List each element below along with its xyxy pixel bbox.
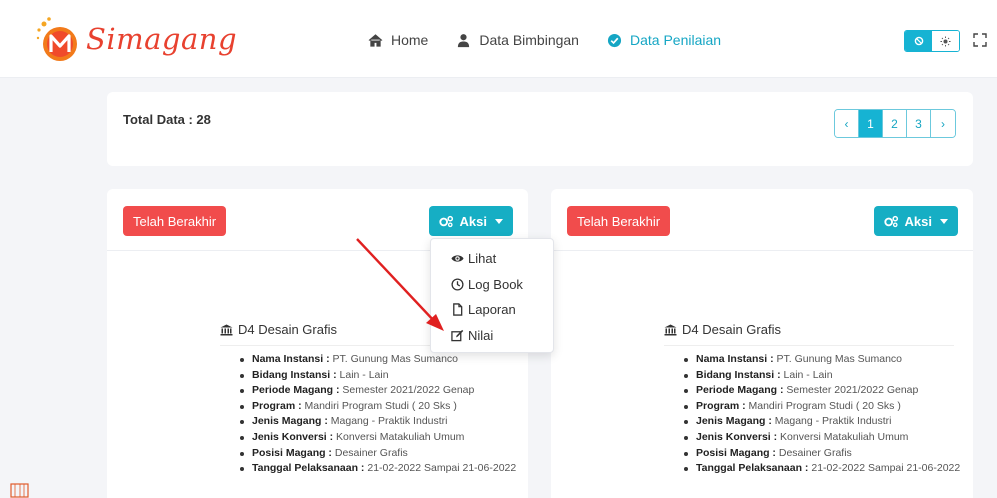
home-icon: [368, 33, 383, 47]
caret-down-icon: [495, 218, 503, 224]
aksi-dropdown-button[interactable]: Aksi: [428, 206, 513, 236]
detail-item: Posisi Magang : Desainer Grafis: [238, 446, 520, 462]
detail-item: Bidang Instansi : Lain - Lain: [682, 368, 964, 384]
aksi-dropdown-menu: Lihat Log Book Laporan Nilai: [430, 238, 554, 353]
file-icon: [453, 303, 463, 316]
prodi-label: D4 Desain Grafis: [682, 322, 781, 337]
main-nav: Home Data Bimbingan Data Penilaian: [368, 32, 721, 48]
menu-item-nilai[interactable]: Nilai: [431, 323, 553, 349]
aksi-dropdown-button[interactable]: Aksi: [873, 206, 958, 236]
caret-down-icon: [940, 218, 948, 224]
logo-icon: [36, 17, 77, 61]
summary-card: Total Data : 28 ‹ 1 2 3 ›: [107, 92, 973, 166]
page-3[interactable]: 3: [907, 110, 931, 137]
detail-item: Program : Mandiri Program Studi ( 20 Sks…: [238, 399, 520, 415]
detail-item: Tanggal Pelaksanaan : 21-02-2022 Sampai …: [238, 461, 520, 477]
menu-item-laporan[interactable]: Laporan: [431, 297, 553, 323]
total-data: Total Data : 28: [123, 112, 211, 127]
detail-item: Jenis Magang : Magang - Praktik Industri: [238, 414, 520, 430]
nav-item-data-penilaian[interactable]: Data Penilaian: [607, 32, 721, 48]
nav-item-data-bimbingan[interactable]: Data Bimbingan: [456, 32, 579, 48]
detail-list: Nama Instansi : PT. Gunung Mas Sumanco B…: [238, 352, 520, 477]
nav-item-home[interactable]: Home: [368, 32, 428, 48]
detail-item: Tanggal Pelaksanaan : 21-02-2022 Sampai …: [682, 461, 964, 477]
menu-item-log-book[interactable]: Log Book: [431, 272, 553, 298]
moon-icon: [914, 36, 923, 46]
detail-item: Bidang Instansi : Lain - Lain: [238, 368, 520, 384]
edit-icon: [451, 329, 464, 342]
detail-item: Nama Instansi : PT. Gunung Mas Sumanco: [238, 352, 520, 368]
pagination: ‹ 1 2 3 ›: [834, 109, 956, 138]
page-2[interactable]: 2: [883, 110, 907, 137]
aksi-label: Aksi: [904, 213, 932, 229]
logo[interactable]: Simagang: [34, 12, 237, 64]
theme-toggle[interactable]: [904, 30, 960, 52]
status-badge: Telah Berakhir: [567, 206, 671, 236]
detail-item: Posisi Magang : Desainer Grafis: [682, 446, 964, 462]
eye-icon: [451, 255, 464, 262]
detail-item: Jenis Konversi : Konversi Matakuliah Umu…: [238, 430, 520, 446]
status-badge: Telah Berakhir: [123, 206, 227, 236]
logo-text: Simagang: [86, 22, 238, 56]
menu-label-lihat: Lihat: [468, 251, 497, 267]
cogs-icon: [438, 215, 453, 227]
page-prev[interactable]: ‹: [835, 110, 859, 137]
detail-item: Program : Mandiri Program Studi ( 20 Sks…: [682, 399, 964, 415]
check-circle-icon: [607, 33, 622, 47]
aksi-label: Aksi: [459, 213, 487, 229]
menu-label-laporan: Laporan: [468, 302, 516, 318]
light-mode-option[interactable]: [932, 31, 959, 51]
map-icon[interactable]: [10, 482, 30, 498]
clock-icon: [451, 278, 464, 291]
dark-mode-option[interactable]: [905, 31, 932, 51]
detail-item: Jenis Konversi : Konversi Matakuliah Umu…: [682, 430, 964, 446]
menu-item-lihat[interactable]: Lihat: [431, 246, 553, 272]
card-header: Telah Berakhir Aksi: [551, 189, 973, 251]
page-next[interactable]: ›: [931, 110, 955, 137]
nav-label-home: Home: [391, 32, 429, 48]
institution-icon: [664, 324, 677, 335]
navbar: Simagang Home Data Bimbingan Data Penila…: [0, 0, 997, 78]
detail-item: Nama Instansi : PT. Gunung Mas Sumanco: [682, 352, 964, 368]
institution-icon: [220, 324, 233, 335]
user-icon: [458, 33, 470, 47]
detail-list: Nama Instansi : PT. Gunung Mas Sumanco B…: [682, 352, 964, 477]
menu-label-log-book: Log Book: [468, 276, 523, 292]
detail-item: Periode Magang : Semester 2021/2022 Gena…: [682, 383, 964, 399]
prodi-title: D4 Desain Grafis: [664, 322, 781, 337]
detail-item: Periode Magang : Semester 2021/2022 Gena…: [238, 383, 520, 399]
nav-label-data-penilaian: Data Penilaian: [629, 32, 722, 48]
page-1[interactable]: 1: [859, 110, 883, 137]
fullscreen-icon[interactable]: [973, 33, 987, 47]
prodi-label: D4 Desain Grafis: [238, 322, 337, 337]
detail-item: Jenis Magang : Magang - Praktik Industri: [682, 414, 964, 430]
nav-label-data-bimbingan: Data Bimbingan: [479, 32, 579, 48]
menu-label-nilai: Nilai: [468, 327, 494, 343]
sun-icon: [940, 35, 951, 47]
prodi-title: D4 Desain Grafis: [220, 322, 337, 337]
divider: [664, 345, 954, 346]
cogs-icon: [883, 215, 898, 227]
internship-card: Telah Berakhir Aksi D4 Desain Grafis Nam…: [551, 189, 973, 498]
